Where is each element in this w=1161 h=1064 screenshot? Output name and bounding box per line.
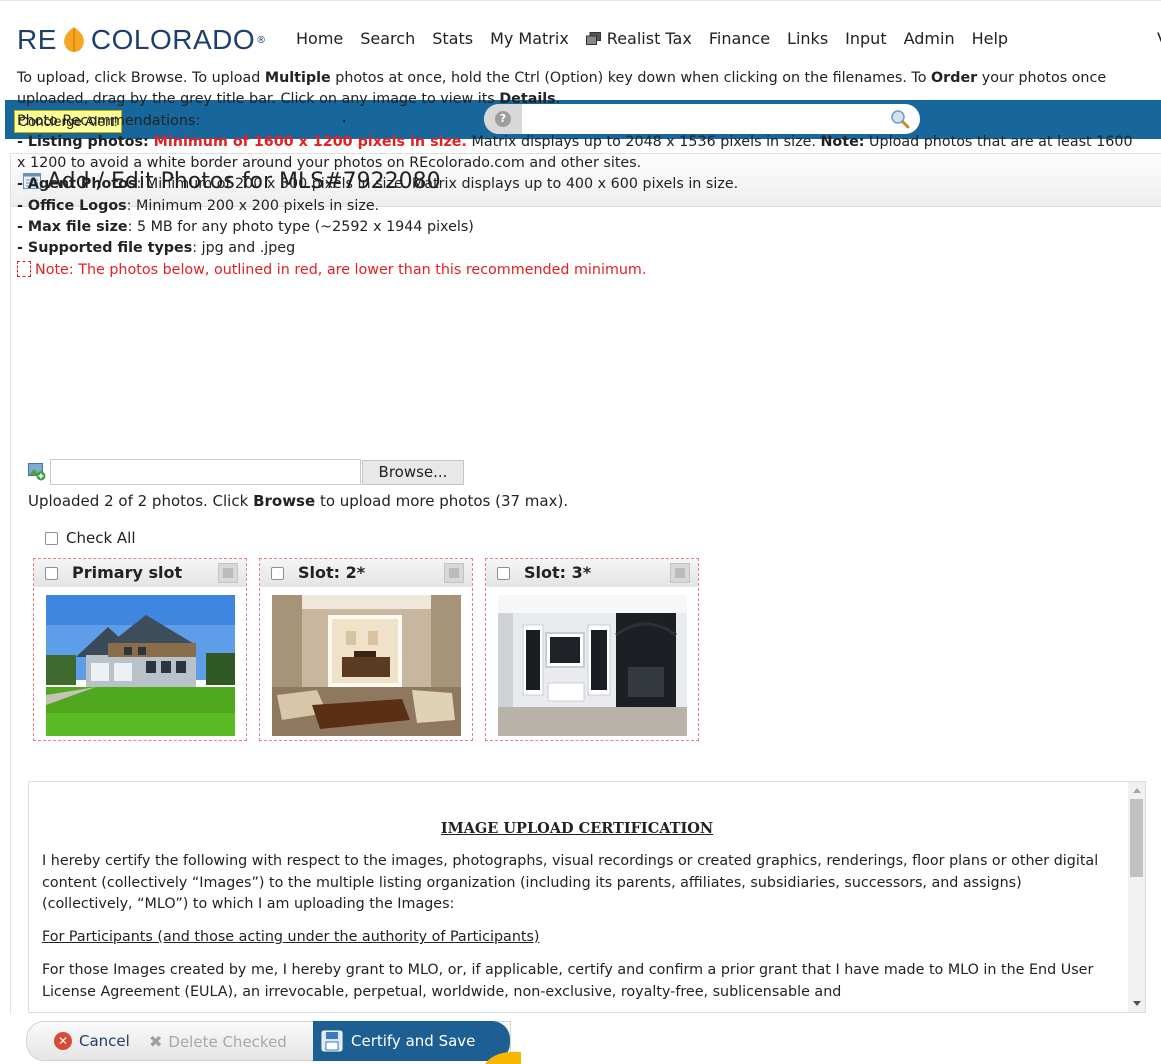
nav-links[interactable]: Links [787,29,828,48]
slot-checkbox[interactable] [497,567,510,580]
certification-text: IMAGE UPLOAD CERTIFICATION I hereby cert… [42,818,1112,1012]
slot-checkbox[interactable] [271,567,284,580]
enlarge-icon[interactable] [218,563,238,583]
nav-my-matrix[interactable]: My Matrix [490,29,569,48]
check-all-checkbox[interactable] [45,531,58,545]
max-file-size-rule: - Max file size: 5 MB for any photo type… [17,219,474,236]
upload-instructions: To upload, click Browse. To upload Multi… [17,68,1142,281]
photo-thumbnail[interactable] [272,595,461,736]
action-bar: ✕ Cancel ✖ Delete Checked Certify and Sa… [26,1021,511,1061]
cancel-label: Cancel [79,1032,130,1050]
certification-scrollbar[interactable] [1128,782,1145,1012]
delete-checked-label: Delete Checked [168,1032,287,1051]
house-exterior-photo [46,595,235,736]
certify-and-save-label: Certify and Save [351,1032,476,1050]
certify-and-save-button[interactable]: Certify and Save [313,1021,510,1061]
photo-slot-3[interactable]: Slot: 3* [485,558,699,741]
instructions-intro: To upload, click Browse. To upload Multi… [17,70,1107,108]
browse-button[interactable]: Browse... [362,460,464,485]
external-window-icon [585,32,601,45]
slot-title-bar[interactable]: Slot: 2* [260,559,472,587]
logo-text-left: RE [17,24,57,55]
listing-photos-rule: - Listing photos: Minimum of 1600 x 1200… [17,133,1133,172]
living-room-photo [272,595,461,736]
nav-help[interactable]: Help [972,29,1008,48]
file-path-field[interactable] [50,459,361,485]
nav-home[interactable]: Home [296,29,343,48]
certification-paragraph: For those Images created by me, I hereby… [42,962,1094,1000]
slot-title: Slot: 3* [524,563,592,582]
low-resolution-note: Note: The photos below, outlined in red,… [17,260,1142,281]
photo-thumbnail[interactable] [46,595,235,736]
office-logos-rule: - Office Logos: Minimum 200 x 200 pixels… [17,197,380,214]
check-all-control[interactable]: Check All [45,529,136,547]
photo-recommendations-heading: Photo Recommendations: [17,112,201,129]
check-all-label: Check All [66,529,136,547]
photo-thumbnail[interactable] [498,595,687,736]
nav-search[interactable]: Search [360,29,415,48]
photo-slot-primary[interactable]: Primary slot [33,558,247,741]
enlarge-icon[interactable] [444,563,464,583]
slot-title-bar[interactable]: Slot: 3* [486,559,698,587]
delete-checked-button[interactable]: ✖ Delete Checked [149,1032,287,1051]
enlarge-icon[interactable] [670,563,690,583]
upload-status: Uploaded 2 of 2 photos. Click Browse to … [28,492,569,510]
delete-x-icon: ✖ [149,1032,163,1051]
photo-slot-2[interactable]: Slot: 2* [259,558,473,741]
agent-photos-rule: - Agent Photos: Minimum of 200 x 300 pix… [17,176,739,193]
slot-title-bar[interactable]: Primary slot [34,559,246,587]
certification-paragraph: I hereby certify the following with resp… [42,853,1099,912]
fireplace-room-photo [498,595,687,736]
recolorado-logo[interactable]: RE COLORADO ® [17,23,266,57]
logo-text-right: COLORADO [90,24,256,55]
certification-box[interactable]: IMAGE UPLOAD CERTIFICATION I hereby cert… [28,781,1146,1013]
certification-subheading: For Participants (and those acting under… [42,929,540,946]
main-nav: Home Search Stats My Matrix Realist Tax … [296,29,1025,48]
slot-title: Slot: 2* [298,563,366,582]
add-photo-icon [28,463,46,481]
red-outline-swatch [17,260,31,277]
nav-item-clipped[interactable]: V [1157,29,1161,48]
scroll-up-arrow-icon[interactable] [1133,788,1141,793]
nav-realist-tax-label: Realist Tax [606,29,692,48]
slot-checkbox[interactable] [45,567,58,580]
aspen-leaf-icon [64,27,84,52]
scroll-thumb[interactable] [1130,799,1143,877]
nav-stats[interactable]: Stats [432,29,473,48]
certification-title: IMAGE UPLOAD CERTIFICATION [440,820,714,837]
nav-finance[interactable]: Finance [709,29,770,48]
nav-input[interactable]: Input [845,29,886,48]
nav-realist-tax[interactable]: Realist Tax [585,29,692,48]
save-disk-icon [321,1030,343,1052]
cancel-button[interactable]: ✕ Cancel [54,1032,130,1050]
logo-registered: ® [256,34,267,46]
file-types-rule: - Supported file types: jpg and .jpeg [17,240,296,257]
cancel-icon: ✕ [54,1032,72,1050]
nav-admin[interactable]: Admin [904,29,955,48]
scroll-down-arrow-icon[interactable] [1133,1001,1141,1006]
slot-title: Primary slot [72,563,183,582]
